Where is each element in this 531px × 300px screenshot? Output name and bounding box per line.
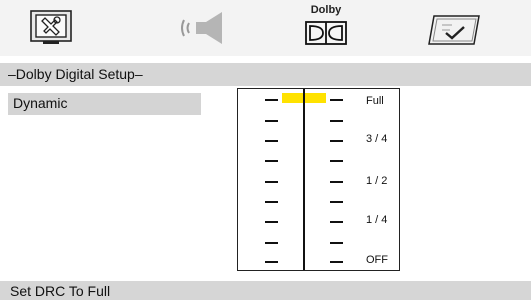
audio-speaker-icon[interactable]: [174, 6, 234, 50]
setup-toolbar: Dolby: [0, 0, 531, 56]
menu-item-label: Dynamic: [13, 95, 68, 111]
menu-title-bar: –Dolby Digital Setup–: [0, 63, 531, 86]
tick-left: [265, 99, 278, 101]
tick-right: [330, 201, 343, 203]
tick-left: [265, 181, 278, 183]
tick-left: [265, 120, 278, 122]
tick-left: [265, 261, 278, 263]
tick-right: [330, 140, 343, 142]
level-half[interactable]: 1 / 2: [366, 175, 387, 187]
tick-right: [330, 221, 343, 223]
preferences-check-icon[interactable]: [424, 6, 484, 50]
tick-right: [330, 261, 343, 263]
tick-left: [265, 242, 278, 244]
tick-right: [330, 181, 343, 183]
tick-left: [265, 221, 278, 223]
level-off[interactable]: OFF: [366, 254, 388, 266]
level-full[interactable]: Full: [366, 95, 384, 107]
tick-left: [265, 140, 278, 142]
dolby-icon[interactable]: Dolby: [296, 4, 356, 50]
dolby-label: Dolby: [310, 4, 342, 16]
status-bar: Set DRC To Full: [0, 281, 531, 300]
tick-left: [265, 201, 278, 203]
slider-track[interactable]: [303, 89, 305, 270]
status-text: Set DRC To Full: [10, 283, 111, 299]
general-setup-icon[interactable]: [24, 6, 78, 50]
drc-slider-panel: Full 3 / 4 1 / 2 1 / 4 OFF: [237, 88, 400, 271]
tick-right: [330, 120, 343, 122]
tick-right: [330, 99, 343, 101]
level-quarter[interactable]: 1 / 4: [366, 214, 387, 226]
level-three-quarters[interactable]: 3 / 4: [366, 133, 387, 145]
menu-title: –Dolby Digital Setup–: [8, 66, 143, 82]
menu-item-dynamic[interactable]: Dynamic: [8, 93, 201, 115]
tick-right: [330, 160, 343, 162]
tick-left: [265, 160, 278, 162]
tick-right: [330, 242, 343, 244]
